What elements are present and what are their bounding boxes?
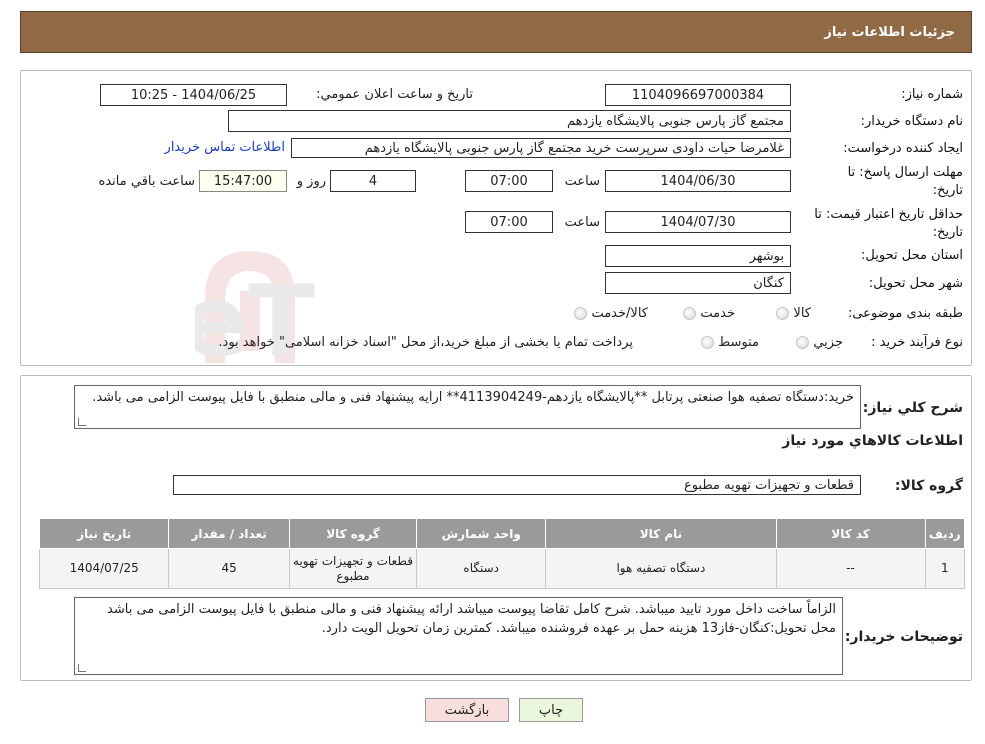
cell-unit: دستگاه (416, 548, 547, 589)
col-name: نام کالا (545, 518, 777, 549)
goods-group-field: قطعات و تجهیزات تهویه مطبوع (173, 475, 861, 495)
category-option-goods[interactable]: کالا (776, 306, 811, 321)
description-text: خرید:دستگاه تصفیه هوا صنعتی پرتابل **پال… (92, 390, 854, 405)
col-group: گروه کالا (288, 518, 418, 549)
need-description-panel: شرح کلي نیاز: خرید:دستگاه تصفیه هوا صنعت… (20, 375, 972, 681)
deadline-time-field: 07:00 (465, 170, 553, 192)
need-info-panel: شماره نیاز: 1104096697000384 تاریخ و ساع… (20, 70, 972, 366)
requester-label: ایجاد کننده درخواست: (843, 141, 963, 156)
cell-name: دستگاه تصفیه هوا (545, 548, 777, 589)
col-quantity: تعداد / مقدار (168, 518, 290, 549)
back-button[interactable]: بازگشت (425, 698, 509, 722)
deadline-time-label: ساعت (564, 174, 600, 189)
description-label: شرح کلي نیاز: (862, 400, 963, 416)
category-label: طبقه بندی موضوعی: (847, 306, 963, 321)
page-title: جزئیات اطلاعات نیاز (824, 24, 955, 40)
col-unit: واحد شمارش (416, 518, 547, 549)
print-button[interactable]: چاپ (519, 698, 583, 722)
cell-date: 1404/07/25 (38, 548, 170, 589)
city-field: کنگان (605, 272, 791, 294)
description-textarea[interactable]: خرید:دستگاه تصفیه هوا صنعتی پرتابل **پال… (74, 385, 861, 429)
table-row: 1 -- دستگاه تصفیه هوا دستگاه قطعات و تجه… (38, 548, 966, 589)
radio-icon[interactable] (683, 307, 697, 320)
col-row: ردیف (924, 518, 966, 549)
price-validity-time-field: 07:00 (465, 211, 553, 233)
price-validity-label-date: تاریخ: (932, 225, 963, 240)
goods-table: ردیف کد کالا نام کالا واحد شمارش گروه کا… (38, 518, 966, 589)
cell-group: قطعات و تجهیزات تهویه مطبوع (288, 548, 418, 589)
deadline-date-field: 1404/06/30 (605, 170, 791, 192)
process-option-minor[interactable]: جزیي (796, 335, 843, 350)
category-option-service[interactable]: خدمت (683, 306, 735, 321)
buyer-org-field: مجتمع گاز پارس جنوبی پالایشگاه یازدهم (228, 110, 791, 132)
remaining-days-label: روز و (296, 174, 326, 189)
col-code: کد کالا (775, 518, 926, 549)
goods-info-title: اطلاعات کالاهاي مورد نیاز (782, 433, 963, 449)
radio-icon[interactable] (701, 336, 715, 349)
category-goods-label: کالا (793, 306, 811, 321)
cell-quantity: 45 (168, 548, 290, 589)
buyer-org-label: نام دستگاه خریدار: (860, 114, 963, 129)
remaining-time-field: 15:47:00 (199, 170, 287, 192)
need-number-label: شماره نیاز: (901, 87, 963, 102)
province-label: استان محل تحویل: (861, 248, 963, 263)
remaining-time-label: ساعت باقي مانده (98, 174, 195, 189)
price-validity-date-field: 1404/07/30 (605, 211, 791, 233)
cell-code: -- (775, 548, 926, 589)
process-label: نوع فرآیند خرید : (871, 335, 963, 350)
need-number-field: 1104096697000384 (605, 84, 791, 106)
announce-datetime-label: تاریخ و ساعت اعلان عمومي: (316, 87, 473, 102)
radio-icon[interactable] (574, 307, 588, 320)
process-medium-label: متوسط (718, 335, 759, 350)
radio-icon[interactable] (796, 336, 810, 349)
announce-datetime-field: 1404/06/25 - 10:25 (100, 84, 287, 106)
buyer-notes-label: توضیحات خریدار: (844, 629, 963, 645)
price-validity-time-label: ساعت (564, 215, 600, 230)
buyer-contact-link[interactable]: اطلاعات تماس خریدار (165, 140, 285, 155)
resize-handle-icon[interactable] (78, 418, 86, 426)
process-minor-label: جزیي (813, 335, 843, 350)
price-validity-label: حداقل تاریخ اعتبار قیمت: تا (814, 207, 963, 222)
process-option-medium[interactable]: متوسط (701, 335, 759, 350)
buyer-notes-text: الزاماً ساخت داخل مورد تایید میباشد. شرح… (107, 602, 836, 636)
remaining-days-field: 4 (330, 170, 416, 192)
col-date: تاریخ نیاز (38, 518, 170, 549)
process-note: پرداخت تمام یا بخشی از مبلغ خرید،از محل … (218, 335, 633, 350)
cell-row: 1 (924, 548, 966, 589)
page-header: جزئیات اطلاعات نیاز (20, 11, 972, 53)
category-goods-service-label: کالا/خدمت (591, 306, 648, 321)
buyer-notes-textarea[interactable]: الزاماً ساخت داخل مورد تایید میباشد. شرح… (74, 597, 843, 675)
city-label: شهر محل تحویل: (868, 276, 963, 291)
province-field: بوشهر (605, 245, 791, 267)
radio-icon[interactable] (776, 307, 790, 320)
requester-field: غلامرضا حیات داودی سرپرست خرید مجتمع گاز… (291, 138, 791, 158)
resize-handle-icon[interactable] (78, 664, 86, 672)
goods-table-header: ردیف کد کالا نام کالا واحد شمارش گروه کا… (38, 518, 966, 549)
deadline-label: مهلت ارسال پاسخ: تا (847, 165, 963, 180)
goods-group-label: گروه کالا: (894, 478, 963, 494)
category-option-goods-service[interactable]: کالا/خدمت (574, 306, 648, 321)
category-service-label: خدمت (700, 306, 735, 321)
deadline-label-date: تاریخ: (932, 183, 963, 198)
